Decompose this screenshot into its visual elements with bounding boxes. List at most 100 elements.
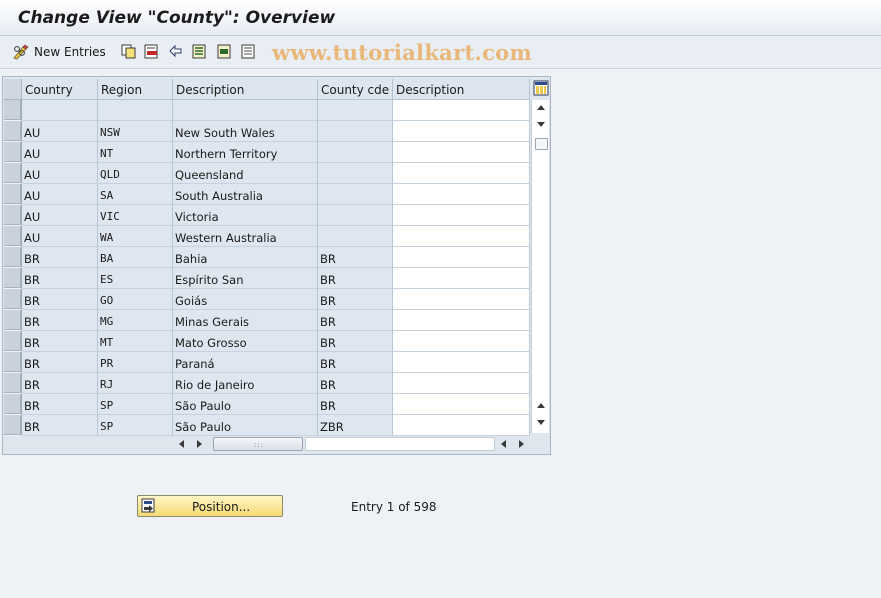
table-row: BR PR Paraná BR (4, 352, 530, 373)
county-cde-cell: BR (318, 331, 393, 352)
row-selector[interactable] (4, 100, 22, 121)
scroll-down-icon[interactable] (537, 122, 545, 127)
county-cde-cell (318, 226, 393, 247)
description-cell: Queensland (173, 163, 318, 184)
scroll-page-up-icon[interactable] (537, 403, 545, 408)
county-description-field[interactable] (393, 310, 530, 331)
row-selector[interactable] (4, 121, 22, 142)
region-cell (98, 100, 173, 121)
region-cell: PR (98, 352, 173, 373)
country-cell: BR (22, 352, 98, 373)
select-all-rows-button[interactable] (4, 79, 22, 100)
county-description-field[interactable] (393, 184, 530, 205)
county-cde-cell (318, 184, 393, 205)
scroll-left-icon[interactable] (179, 440, 184, 448)
row-selector[interactable] (4, 289, 22, 310)
vertical-scroll-thumb[interactable] (535, 138, 548, 150)
county-description-field[interactable] (393, 331, 530, 352)
horizontal-scroll-track[interactable] (305, 437, 495, 451)
description-cell: Goiás (173, 289, 318, 310)
country-cell: AU (22, 226, 98, 247)
county-description-field[interactable] (393, 352, 530, 373)
row-selector[interactable] (4, 415, 22, 436)
new-entries-button[interactable]: New Entries (12, 43, 106, 61)
description-cell: São Paulo (173, 394, 318, 415)
select-all-icon[interactable] (192, 44, 207, 59)
table-row: AU NT Northern Territory (4, 142, 530, 163)
row-selector[interactable] (4, 205, 22, 226)
title-bar: Change View "County": Overview (0, 0, 881, 36)
position-button[interactable]: Position... (137, 495, 283, 517)
county-cde-cell: BR (318, 373, 393, 394)
row-selector[interactable] (4, 226, 22, 247)
country-cell: BR (22, 394, 98, 415)
table-header: Country Region Description County cde De… (4, 79, 530, 100)
scroll-page-down-icon[interactable] (537, 420, 545, 425)
table-row: AU NSW New South Wales (4, 121, 530, 142)
horizontal-scroll-thumb[interactable]: ::: (213, 437, 303, 451)
column-header-county-description[interactable]: Description (393, 79, 530, 100)
description-cell: São Paulo (173, 415, 318, 436)
position-icon (141, 498, 155, 513)
county-description-field[interactable] (393, 121, 530, 142)
row-selector[interactable] (4, 352, 22, 373)
region-cell: MT (98, 331, 173, 352)
county-description-field[interactable] (393, 289, 530, 310)
row-selector[interactable] (4, 394, 22, 415)
deselect-all-icon[interactable] (241, 44, 256, 59)
row-selector[interactable] (4, 373, 22, 394)
pencil-glasses-icon (13, 44, 29, 60)
column-header-country[interactable]: Country (22, 79, 98, 100)
scroll-page-right-icon[interactable] (519, 440, 524, 448)
vertical-scrollbar[interactable] (531, 100, 549, 433)
new-entries-label: New Entries (34, 45, 106, 59)
copy-icon[interactable] (121, 44, 136, 59)
county-cde-cell: BR (318, 247, 393, 268)
country-cell: BR (22, 268, 98, 289)
row-selector[interactable] (4, 268, 22, 289)
row-selector[interactable] (4, 331, 22, 352)
undo-icon[interactable] (168, 44, 183, 59)
county-description-field[interactable] (393, 268, 530, 289)
watermark: www.tutorialkart.com (272, 40, 532, 65)
country-cell: BR (22, 310, 98, 331)
region-cell: BA (98, 247, 173, 268)
column-header-description[interactable]: Description (173, 79, 318, 100)
scroll-page-left-icon[interactable] (501, 440, 506, 448)
column-header-region[interactable]: Region (98, 79, 173, 100)
delete-icon[interactable] (144, 44, 159, 59)
select-block-icon[interactable] (217, 44, 232, 59)
region-cell: RJ (98, 373, 173, 394)
county-cde-cell: BR (318, 268, 393, 289)
region-cell: NSW (98, 121, 173, 142)
table-settings-icon[interactable] (533, 80, 549, 96)
scroll-up-icon[interactable] (537, 105, 545, 110)
county-description-field[interactable] (393, 100, 530, 121)
county-description-field[interactable] (393, 163, 530, 184)
horizontal-scrollbar[interactable]: ::: (173, 435, 531, 453)
county-description-field[interactable] (393, 247, 530, 268)
row-selector[interactable] (4, 184, 22, 205)
region-cell: NT (98, 142, 173, 163)
table-row: AU SA South Australia (4, 184, 530, 205)
grip-icon: ::: (254, 441, 265, 449)
row-selector[interactable] (4, 247, 22, 268)
description-cell: Bahia (173, 247, 318, 268)
county-description-field[interactable] (393, 226, 530, 247)
scroll-right-icon[interactable] (197, 440, 202, 448)
region-cell: SP (98, 415, 173, 436)
region-cell: VIC (98, 205, 173, 226)
county-description-field[interactable] (393, 142, 530, 163)
county-description-field[interactable] (393, 373, 530, 394)
row-selector[interactable] (4, 142, 22, 163)
row-selector[interactable] (4, 163, 22, 184)
description-cell: Minas Gerais (173, 310, 318, 331)
row-selector[interactable] (4, 310, 22, 331)
county-description-field[interactable] (393, 394, 530, 415)
country-cell: BR (22, 415, 98, 436)
description-cell: Victoria (173, 205, 318, 226)
column-header-county-cde[interactable]: County cde (318, 79, 393, 100)
county-description-field[interactable] (393, 205, 530, 226)
county-description-field[interactable] (393, 415, 530, 436)
country-cell: BR (22, 247, 98, 268)
